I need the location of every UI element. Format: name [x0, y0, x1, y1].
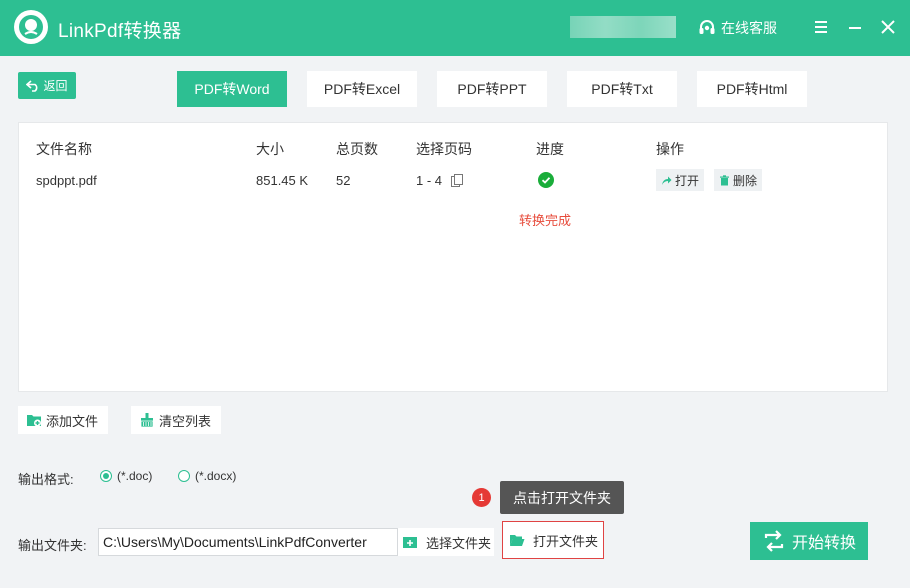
share-arrow-icon	[662, 176, 672, 185]
support-label: 在线客服	[721, 20, 777, 36]
tab-pdf-to-html[interactable]: PDF转Html	[697, 71, 807, 107]
menu-icon[interactable]	[810, 16, 832, 38]
start-convert-button[interactable]: 开始转换	[750, 522, 868, 560]
page-range-value: 1 - 4	[416, 173, 443, 188]
add-file-button[interactable]: 添加文件	[18, 406, 109, 434]
file-pages: 52	[336, 173, 351, 188]
radio-unselected-icon	[178, 470, 190, 482]
add-folder-icon	[27, 415, 41, 427]
file-name: spdppt.pdf	[36, 173, 97, 188]
format-option-doc[interactable]: (*.doc)	[100, 469, 152, 483]
return-arrow-icon	[26, 79, 38, 92]
format-option-docx-label: (*.docx)	[195, 469, 237, 483]
back-button[interactable]: 返回	[18, 72, 76, 99]
format-option-doc-label: (*.doc)	[117, 469, 153, 483]
broom-icon	[140, 413, 154, 428]
open-folder-button[interactable]: 打开文件夹	[502, 521, 604, 559]
app-title: LinkPdf转换器	[58, 21, 182, 42]
page-range[interactable]: 1 - 4	[416, 173, 463, 188]
column-header-size: 大小	[256, 141, 284, 157]
title-bar: LinkPdf转换器 在线客服	[0, 0, 910, 56]
minimize-icon[interactable]	[844, 16, 866, 38]
column-header-filename: 文件名称	[36, 141, 92, 157]
user-account-area[interactable]	[570, 16, 676, 38]
tab-pdf-to-ppt[interactable]: PDF转PPT	[437, 71, 547, 107]
tab-pdf-to-word[interactable]: PDF转Word	[177, 71, 287, 107]
check-circle-icon	[538, 172, 554, 188]
radio-selected-icon	[100, 470, 112, 482]
add-file-label: 添加文件	[46, 413, 99, 429]
step-badge: 1	[472, 488, 491, 507]
file-list-panel: 文件名称 大小 总页数 选择页码 进度 操作 spdppt.pdf 851.45…	[18, 122, 888, 392]
online-support-button[interactable]: 在线客服	[697, 18, 777, 38]
tab-pdf-to-txt[interactable]: PDF转Txt	[567, 71, 677, 107]
open-file-button[interactable]: 打开	[656, 169, 705, 191]
close-icon[interactable]	[877, 16, 899, 38]
open-folder-icon	[510, 535, 525, 546]
page-select-icon[interactable]	[450, 174, 463, 187]
convert-arrows-icon	[764, 530, 784, 552]
output-folder-label: 输出文件夹:	[18, 538, 87, 553]
trash-icon	[720, 174, 729, 185]
folder-plus-icon	[403, 537, 417, 548]
clear-list-label: 清空列表	[159, 413, 212, 429]
tooltip: 点击打开文件夹	[500, 481, 624, 514]
headset-icon	[699, 20, 715, 34]
tab-pdf-to-excel[interactable]: PDF转Excel	[307, 71, 417, 107]
open-folder-label: 打开文件夹	[533, 533, 599, 549]
delete-file-label: 删除	[733, 173, 758, 188]
column-header-pages: 总页数	[336, 141, 378, 157]
select-folder-label: 选择文件夹	[426, 535, 492, 551]
format-option-docx[interactable]: (*.docx)	[178, 469, 236, 483]
app-logo-icon	[14, 10, 48, 44]
back-label: 返回	[43, 79, 68, 93]
column-header-progress: 进度	[536, 141, 564, 157]
select-folder-button[interactable]: 选择文件夹	[398, 528, 494, 556]
column-header-page-range: 选择页码	[416, 141, 472, 157]
output-folder-path-input[interactable]	[98, 528, 398, 556]
output-format-label: 输出格式:	[18, 472, 74, 487]
file-size: 851.45 K	[256, 173, 309, 188]
start-convert-label: 开始转换	[791, 535, 856, 552]
column-header-actions: 操作	[656, 141, 684, 157]
status-text: 转换完成	[519, 213, 572, 228]
open-file-label: 打开	[675, 173, 700, 188]
delete-file-button[interactable]: 删除	[714, 169, 763, 191]
clear-list-button[interactable]: 清空列表	[131, 406, 222, 434]
